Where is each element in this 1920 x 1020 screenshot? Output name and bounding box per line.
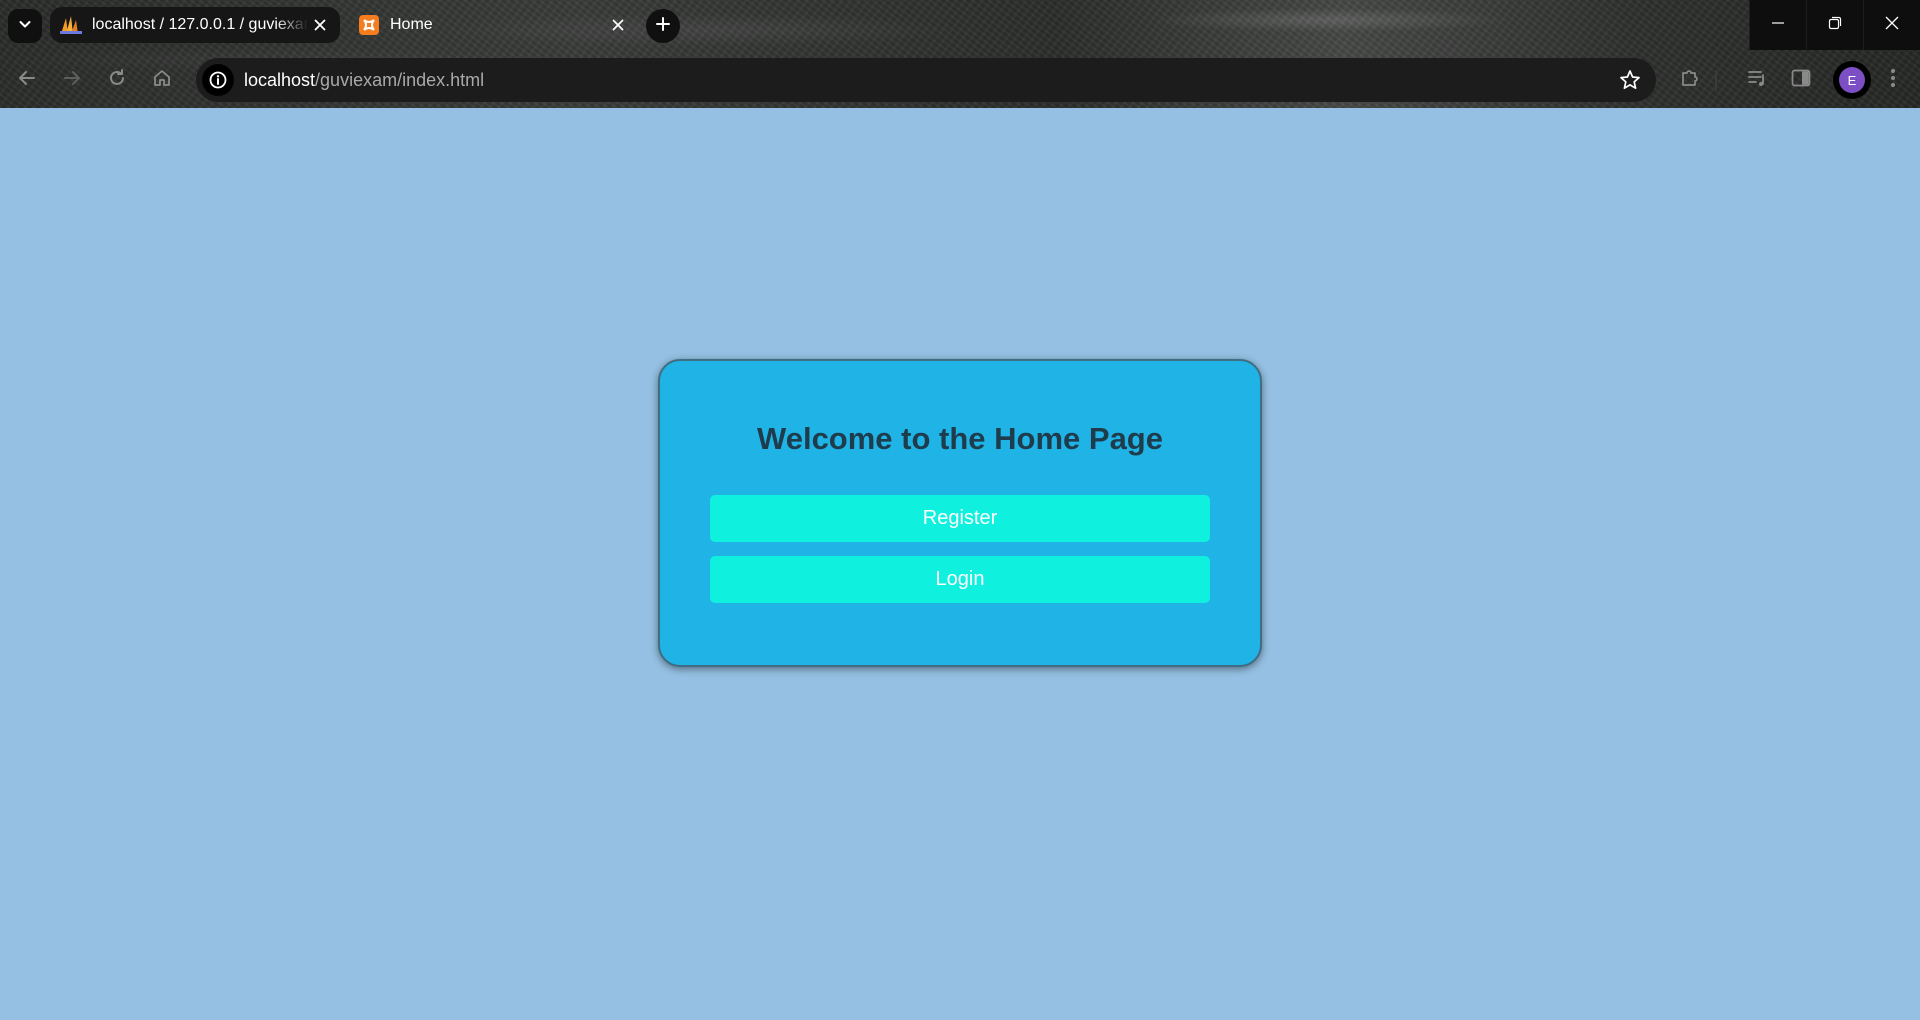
plus-icon [655, 16, 671, 37]
minimize-icon [1772, 16, 1784, 34]
xampp-icon [358, 14, 380, 36]
browser-window: localhost / 127.0.0.1 / guviexam Home lo… [0, 0, 1920, 1020]
arrow-right-icon [62, 68, 82, 93]
kebab-menu-icon [1890, 68, 1896, 93]
chevron-down-icon [17, 16, 33, 37]
side-panel-button[interactable] [1786, 65, 1816, 95]
extensions-button[interactable] [1675, 65, 1705, 95]
welcome-card: Welcome to the Home Page Register Login [658, 359, 1262, 667]
home-icon [152, 68, 172, 93]
puzzle-icon [1679, 67, 1701, 94]
site-info-icon[interactable] [202, 64, 234, 96]
media-controls-button[interactable] [1742, 65, 1772, 95]
side-panel-icon [1790, 67, 1812, 94]
url-host: localhost [244, 69, 316, 90]
profile-avatar[interactable]: E [1833, 61, 1871, 99]
bookmark-star-icon[interactable] [1618, 68, 1642, 92]
restore-button[interactable] [1806, 0, 1863, 50]
url-text: localhost/guviexam/index.html [244, 70, 484, 91]
tab-title: Home [390, 16, 433, 33]
browser-chrome: localhost / 127.0.0.1 / guviexam Home lo… [0, 0, 1920, 108]
toolbar-divider [1712, 65, 1720, 95]
playlist-icon [1746, 67, 1768, 94]
restore-icon [1828, 16, 1842, 35]
home-button[interactable] [145, 63, 179, 97]
profile-initial: E [1839, 67, 1865, 93]
forward-button[interactable] [55, 63, 89, 97]
reload-button[interactable] [100, 63, 134, 97]
window-controls [1749, 0, 1920, 50]
arrow-left-icon [17, 68, 37, 93]
close-tab-icon[interactable] [606, 13, 630, 37]
close-icon [1885, 16, 1899, 35]
tab-search-button[interactable] [8, 9, 42, 43]
login-button[interactable]: Login [710, 556, 1210, 603]
close-window-button[interactable] [1863, 0, 1920, 50]
address-bar[interactable]: localhost/guviexam/index.html [196, 58, 1656, 102]
register-button[interactable]: Register [710, 495, 1210, 542]
chrome-menu-button[interactable] [1878, 65, 1908, 95]
reload-icon [107, 68, 127, 93]
close-tab-icon[interactable] [308, 13, 332, 37]
minimize-button[interactable] [1749, 0, 1806, 50]
phpmyadmin-icon [60, 14, 82, 36]
page-viewport: Welcome to the Home Page Register Login [0, 108, 1920, 1020]
tab-home[interactable]: Home [348, 7, 638, 43]
tab-phpmyadmin[interactable]: localhost / 127.0.0.1 / guviexam [50, 7, 340, 43]
back-button[interactable] [10, 63, 44, 97]
page-title: Welcome to the Home Page [757, 421, 1163, 456]
new-tab-button[interactable] [646, 9, 680, 43]
tab-title: localhost / 127.0.0.1 / guviexam [92, 16, 308, 33]
url-path: /guviexam/index.html [315, 69, 485, 90]
